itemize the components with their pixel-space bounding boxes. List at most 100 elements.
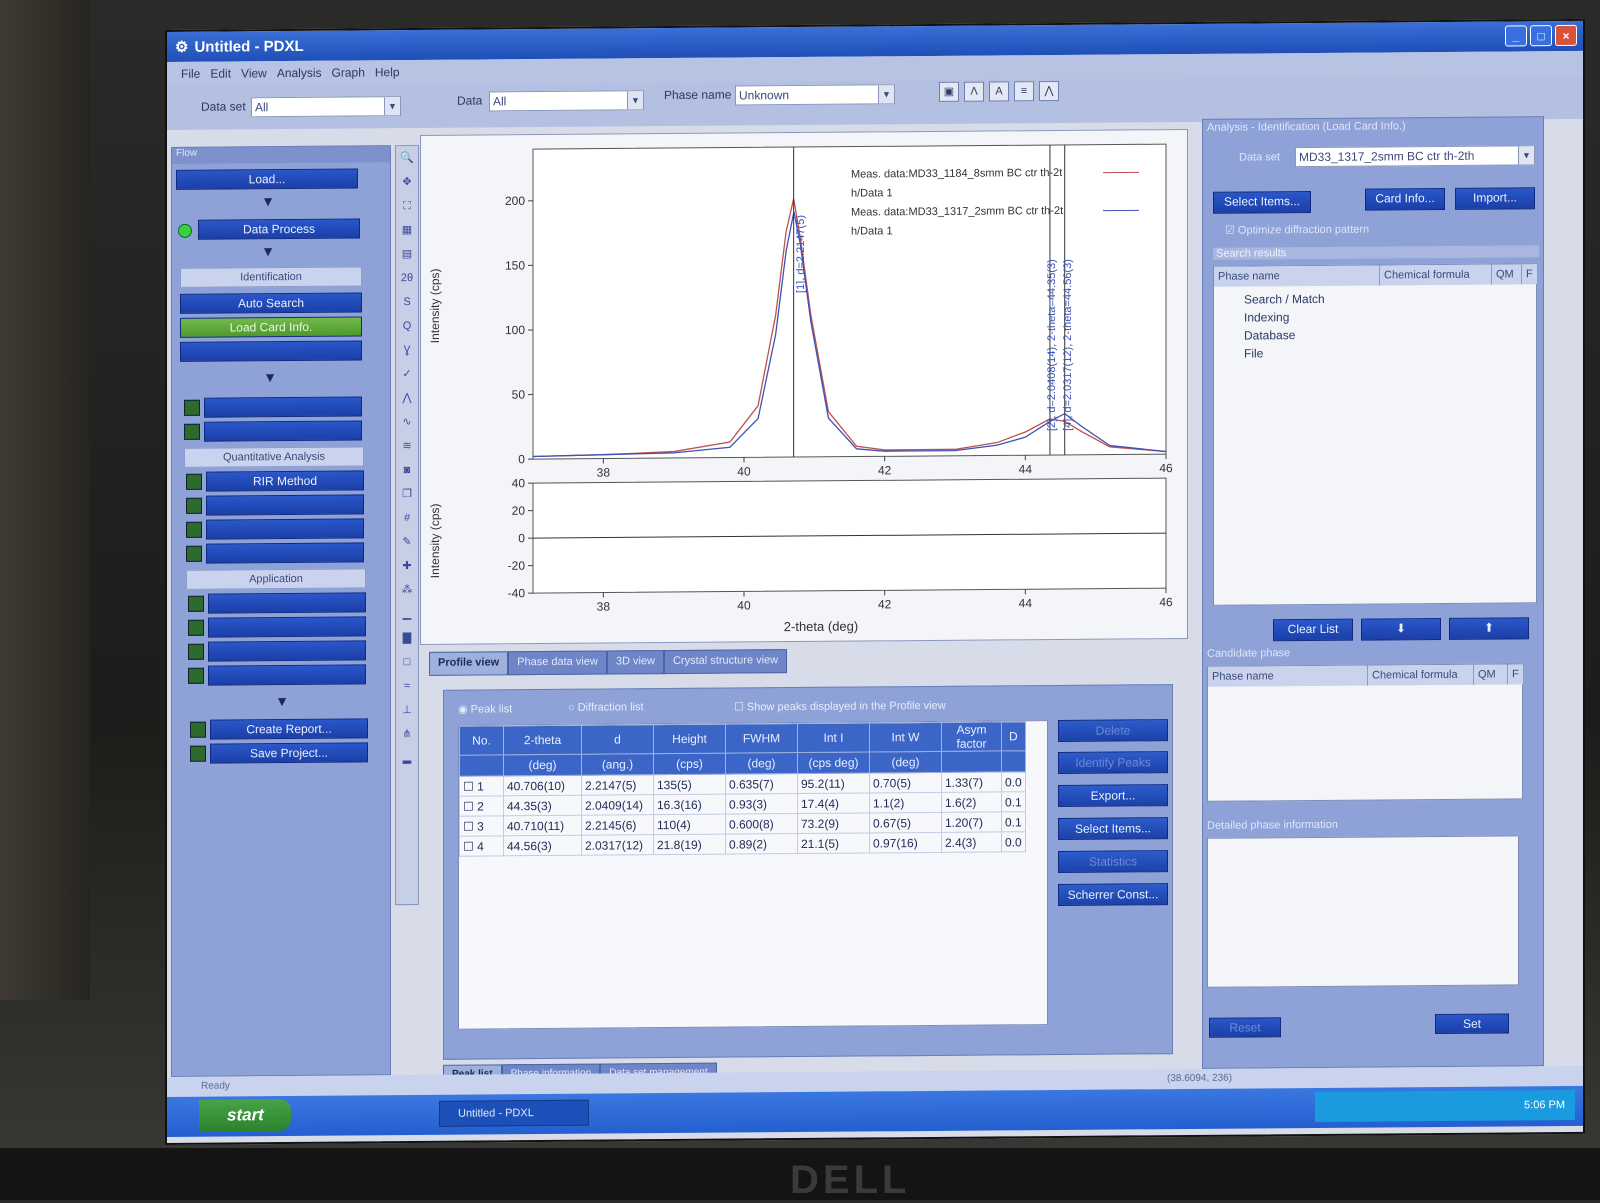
col-header[interactable]: Int W: [870, 722, 942, 752]
tree-search-match[interactable]: Search / Match: [1244, 292, 1325, 307]
col-header[interactable]: Int I: [798, 723, 870, 753]
checkbox-icon[interactable]: [186, 522, 202, 538]
move-icon[interactable]: ✥: [396, 170, 418, 194]
maximize-button[interactable]: □: [1530, 25, 1552, 46]
tab-3d-view[interactable]: 3D view: [607, 650, 664, 674]
data-select[interactable]: All▼: [489, 90, 644, 111]
note-icon[interactable]: ✎: [396, 530, 418, 554]
minimize-button[interactable]: _: [1505, 25, 1527, 46]
tab-profile-view[interactable]: Profile view: [429, 651, 508, 676]
graph-icon[interactable]: ▦: [396, 218, 418, 242]
table-row[interactable]: ☐ 444.56(3)2.0317(12)21.8(19)0.89(2)21.1…: [460, 832, 1026, 856]
copy-icon[interactable]: ❐: [396, 482, 418, 506]
menu-view[interactable]: View: [241, 66, 267, 80]
search-results-list[interactable]: Phase name Chemical formula QM F Search …: [1213, 263, 1537, 606]
check-icon[interactable]: ✓: [396, 362, 418, 386]
menu-help[interactable]: Help: [375, 65, 400, 79]
phase-select[interactable]: Unknown▼: [735, 84, 895, 105]
create-report-button[interactable]: Create Report...: [210, 718, 368, 739]
peak-search-icon[interactable]: ⋀: [396, 386, 418, 410]
two-theta-icon[interactable]: 2θ: [396, 266, 418, 290]
menu-edit[interactable]: Edit: [210, 66, 231, 80]
flow-step-b[interactable]: [204, 420, 362, 441]
quant-step-3[interactable]: [206, 518, 364, 539]
cand-col-qm[interactable]: QM: [1474, 664, 1508, 684]
col-header[interactable]: Asym factor: [942, 722, 1002, 751]
delete-button[interactable]: Delete: [1058, 719, 1168, 742]
show-peaks-checkbox[interactable]: ☐ Show peaks displayed in the Profile vi…: [734, 699, 946, 714]
peak-list-radio[interactable]: ◉ Peak list: [458, 702, 512, 715]
import-button[interactable]: Import...: [1455, 187, 1535, 210]
col-chemical-formula[interactable]: Chemical formula: [1380, 265, 1492, 286]
quant-step-4[interactable]: [206, 542, 364, 563]
diffraction-list-radio[interactable]: ○ Diffraction list: [568, 701, 644, 714]
checkbox-icon[interactable]: [184, 424, 200, 440]
right-dataset-select[interactable]: MD33_1317_2smm BC ctr th-2th▼: [1295, 145, 1535, 167]
rir-method-button[interactable]: RIR Method: [206, 470, 364, 491]
checkbox-icon[interactable]: [186, 498, 202, 514]
card-info-button[interactable]: Card Info...: [1365, 188, 1445, 211]
col-header[interactable]: No.: [460, 726, 504, 755]
checkbox-icon[interactable]: [184, 400, 200, 416]
multi-icon[interactable]: ⁂: [396, 578, 418, 602]
wave-icon[interactable]: ≈: [396, 674, 418, 698]
checkbox-icon[interactable]: [188, 596, 204, 612]
scherrer-const-button[interactable]: Scherrer Const...: [1058, 883, 1168, 906]
bar-icon[interactable]: ▁: [396, 602, 418, 626]
tree-database[interactable]: Database: [1244, 328, 1295, 342]
save-project-button[interactable]: Save Project...: [210, 742, 368, 763]
table-icon[interactable]: ▤: [396, 242, 418, 266]
app-step-4[interactable]: [208, 664, 366, 685]
move-down-button[interactable]: ⬇: [1361, 618, 1441, 641]
row-checkbox-icon[interactable]: ☐: [463, 819, 477, 833]
quant-step-2[interactable]: [206, 494, 364, 515]
identification-step-3[interactable]: [180, 340, 362, 361]
tree-indexing[interactable]: Indexing: [1244, 310, 1289, 324]
col-header[interactable]: Height: [654, 724, 726, 754]
optimize-checkbox[interactable]: ☑ Optimize diffraction pattern: [1225, 223, 1369, 237]
checkbox-icon[interactable]: [188, 644, 204, 660]
set-button[interactable]: Set: [1435, 1013, 1509, 1034]
flow-step-a[interactable]: [204, 396, 362, 417]
export-button[interactable]: Export...: [1058, 784, 1168, 807]
col-qm[interactable]: QM: [1492, 264, 1522, 284]
load-card-info-button[interactable]: Load Card Info.: [180, 316, 362, 337]
app-step-1[interactable]: [208, 592, 366, 613]
camera-icon[interactable]: ◙: [396, 458, 418, 482]
col-header[interactable]: D: [1002, 722, 1026, 751]
select-items-button-right[interactable]: Select Items...: [1213, 191, 1311, 214]
tab-crystal-structure-view[interactable]: Crystal structure view: [664, 649, 787, 674]
menu-file[interactable]: File: [181, 67, 200, 81]
data-process-button[interactable]: Data Process: [198, 218, 360, 239]
lattice-icon[interactable]: ⋀: [1039, 81, 1059, 101]
reset-button[interactable]: Reset: [1209, 1017, 1281, 1038]
select-items-button[interactable]: Select Items...: [1058, 817, 1168, 840]
start-button[interactable]: start: [199, 1099, 291, 1132]
label-icon[interactable]: A: [989, 81, 1009, 101]
move-up-button[interactable]: ⬆: [1449, 617, 1529, 640]
count-icon[interactable]: ≋: [396, 434, 418, 458]
row-checkbox-icon[interactable]: ☐: [463, 799, 477, 813]
axis-icon[interactable]: ⊥: [396, 698, 418, 722]
row-checkbox-icon[interactable]: ☐: [463, 779, 477, 793]
col-header[interactable]: d: [582, 725, 654, 755]
close-button[interactable]: ×: [1555, 25, 1577, 46]
peak-icon[interactable]: Λ: [964, 82, 984, 102]
level-icon[interactable]: ▂: [396, 746, 418, 770]
dataset-select[interactable]: All▼: [251, 96, 401, 117]
hist-icon[interactable]: ▇: [396, 626, 418, 650]
row-checkbox-icon[interactable]: ☐: [463, 839, 477, 853]
checkbox-icon[interactable]: [188, 620, 204, 636]
col-f[interactable]: F: [1522, 264, 1538, 284]
cand-col-chemical-formula[interactable]: Chemical formula: [1368, 665, 1474, 686]
cand-col-f[interactable]: F: [1508, 664, 1524, 684]
grid-icon[interactable]: #: [396, 506, 418, 530]
checkbox-icon[interactable]: [190, 746, 206, 762]
cand-col-phase-name[interactable]: Phase name: [1208, 666, 1368, 687]
task-pdxl[interactable]: Untitled - PDXL: [439, 1100, 589, 1127]
col-phase-name[interactable]: Phase name: [1214, 265, 1380, 286]
q-icon[interactable]: Q: [396, 314, 418, 338]
load-button[interactable]: Load...: [176, 168, 358, 189]
checkbox-icon[interactable]: [186, 546, 202, 562]
tab-phase-data-view[interactable]: Phase data view: [508, 651, 607, 676]
